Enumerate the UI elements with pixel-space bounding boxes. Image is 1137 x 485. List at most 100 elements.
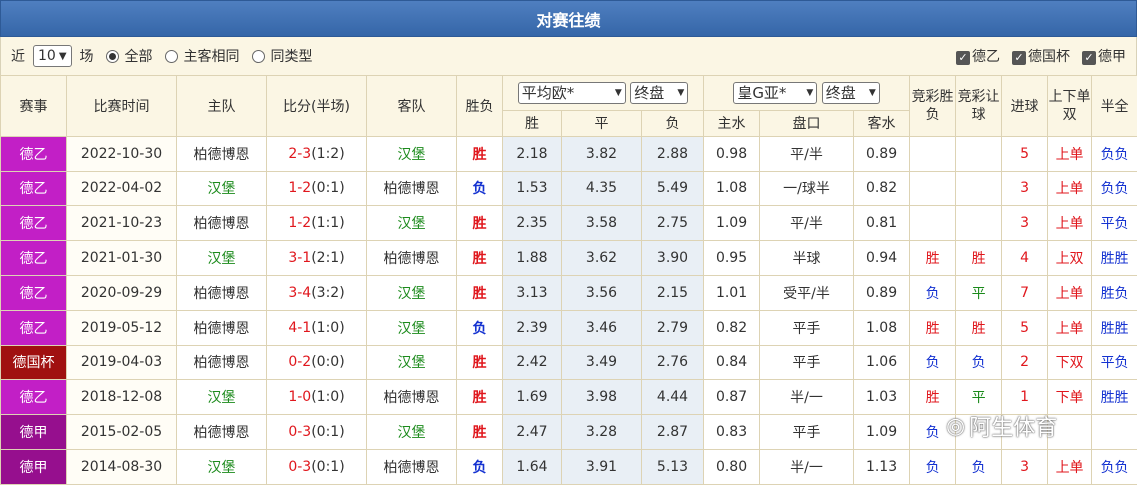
home-team[interactable]: 汉堡 [177, 171, 267, 206]
odds-draw: 3.98 [562, 380, 642, 415]
odds-lose: 5.49 [642, 171, 704, 206]
half-score: (1:0) [311, 320, 344, 336]
handicap: 半/一 [760, 449, 854, 484]
match-date: 2019-05-12 [67, 310, 177, 345]
league-badge[interactable]: 德乙 [1, 136, 67, 171]
home-team[interactable]: 柏德博恩 [177, 206, 267, 241]
goals: 7 [1002, 275, 1048, 310]
table-row: 德乙2022-10-30柏德博恩2-3(1:2)汉堡胜2.183.822.880… [1, 136, 1137, 171]
lottery-wdl [910, 206, 956, 241]
away-team[interactable]: 汉堡 [367, 275, 457, 310]
header-league: 赛事 [1, 76, 67, 137]
home-water: 0.82 [704, 310, 760, 345]
home-team[interactable]: 柏德博恩 [177, 345, 267, 380]
full-score: 2-3 [288, 146, 311, 162]
home-team[interactable]: 柏德博恩 [177, 415, 267, 450]
league-badge[interactable]: 德甲 [1, 415, 67, 450]
radio-all[interactable] [106, 50, 119, 63]
away-team[interactable]: 柏德博恩 [367, 241, 457, 276]
handicap: 平手 [760, 345, 854, 380]
home-team[interactable]: 柏德博恩 [177, 275, 267, 310]
odds-draw: 3.91 [562, 449, 642, 484]
match-count-select[interactable]: 10 ▼ [33, 45, 72, 67]
home-water: 0.80 [704, 449, 760, 484]
euro-stage-select[interactable]: 终盘▼ [630, 82, 688, 104]
home-team[interactable]: 柏德博恩 [177, 136, 267, 171]
near-label: 近 [11, 46, 25, 66]
match-result: 胜 [457, 380, 503, 415]
home-team[interactable]: 汉堡 [177, 241, 267, 276]
ou-oddeven: 下双 [1048, 345, 1092, 380]
handicap: 平手 [760, 310, 854, 345]
score-cell: 1-0(1:0) [267, 380, 367, 415]
away-team[interactable]: 柏德博恩 [367, 171, 457, 206]
radio-home-same[interactable] [165, 50, 178, 63]
table-row: 德乙2021-01-30汉堡3-1(2:1)柏德博恩胜1.883.623.900… [1, 241, 1137, 276]
away-team[interactable]: 柏德博恩 [367, 449, 457, 484]
league-badge[interactable]: 德国杯 [1, 345, 67, 380]
home-team[interactable]: 汉堡 [177, 380, 267, 415]
half-score: (1:1) [311, 215, 344, 231]
checkmark-icon: ✓ [1082, 51, 1096, 65]
score-cell: 3-4(3:2) [267, 275, 367, 310]
league-badge[interactable]: 德乙 [1, 171, 67, 206]
away-team[interactable]: 汉堡 [367, 310, 457, 345]
chevron-down-icon: ▼ [59, 51, 67, 62]
euro-company-select[interactable]: 平均欧*▼ [518, 82, 626, 104]
away-water: 1.03 [854, 380, 910, 415]
league-badge[interactable]: 德乙 [1, 206, 67, 241]
league-badge[interactable]: 德乙 [1, 310, 67, 345]
full-score: 4-1 [288, 320, 311, 336]
half-score: (0:0) [311, 354, 344, 370]
header-score: 比分(半场) [267, 76, 367, 137]
check-dfb-pokal[interactable]: ✓德国杯 [1012, 46, 1070, 66]
away-team[interactable]: 汉堡 [367, 345, 457, 380]
match-result: 胜 [457, 345, 503, 380]
half-full: 胜胜 [1092, 380, 1137, 415]
home-team[interactable]: 柏德博恩 [177, 310, 267, 345]
table-row: 德乙2022-04-02汉堡1-2(0:1)柏德博恩负1.534.355.491… [1, 171, 1137, 206]
ou-oddeven: 上单 [1048, 310, 1092, 345]
handicap: 平/半 [760, 136, 854, 171]
goals: 3 [1002, 449, 1048, 484]
subheader-draw: 平 [562, 110, 642, 136]
league-badge[interactable]: 德甲 [1, 449, 67, 484]
lottery-handicap: 平 [956, 275, 1002, 310]
away-team[interactable]: 汉堡 [367, 136, 457, 171]
check-2bundesliga[interactable]: ✓德乙 [956, 46, 1000, 66]
match-result: 胜 [457, 275, 503, 310]
header-asia-odds: 皇G亚*▼ 终盘▼ [704, 76, 910, 111]
lottery-wdl [910, 171, 956, 206]
match-result: 胜 [457, 241, 503, 276]
handicap: 受平/半 [760, 275, 854, 310]
match-date: 2022-04-02 [67, 171, 177, 206]
asia-company-select[interactable]: 皇G亚*▼ [733, 82, 817, 104]
ou-oddeven: 上单 [1048, 449, 1092, 484]
away-water: 0.89 [854, 275, 910, 310]
table-row: 德乙2020-09-29柏德博恩3-4(3:2)汉堡胜3.133.562.151… [1, 275, 1137, 310]
half-full: 平负 [1092, 345, 1137, 380]
full-score: 3-1 [288, 250, 311, 266]
away-team[interactable]: 汉堡 [367, 206, 457, 241]
unit-label: 场 [80, 46, 94, 66]
home-team[interactable]: 汉堡 [177, 449, 267, 484]
goals: 5 [1002, 136, 1048, 171]
away-water: 1.09 [854, 415, 910, 450]
away-team[interactable]: 柏德博恩 [367, 380, 457, 415]
header-home: 主队 [177, 76, 267, 137]
league-badge[interactable]: 德乙 [1, 275, 67, 310]
asia-stage-select[interactable]: 终盘▼ [822, 82, 880, 104]
half-full: 负负 [1092, 171, 1137, 206]
league-badge[interactable]: 德乙 [1, 241, 67, 276]
chevron-down-icon: ▼ [806, 88, 813, 98]
league-badge[interactable]: 德乙 [1, 380, 67, 415]
match-date: 2014-08-30 [67, 449, 177, 484]
odds-lose: 2.79 [642, 310, 704, 345]
away-water: 0.94 [854, 241, 910, 276]
check-bundesliga[interactable]: ✓德甲 [1082, 46, 1126, 66]
full-score: 1-0 [288, 389, 311, 405]
away-team[interactable]: 汉堡 [367, 415, 457, 450]
radio-same-type[interactable] [252, 50, 265, 63]
full-score: 0-3 [288, 459, 311, 475]
odds-win: 1.53 [503, 171, 562, 206]
